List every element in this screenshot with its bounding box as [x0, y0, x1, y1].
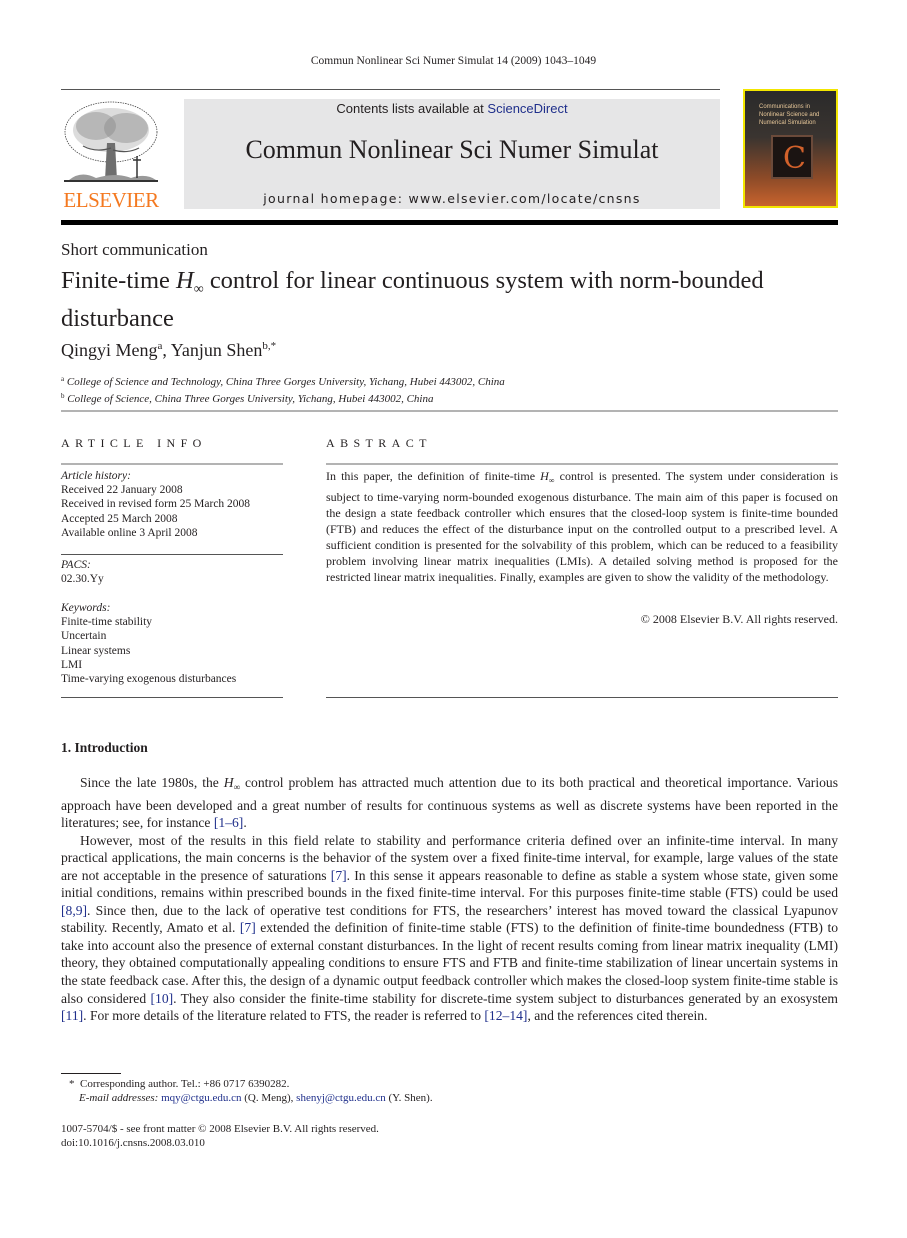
paragraph: However, most of the results in this fie… [61, 832, 838, 1025]
contents-availability: Contents lists available at ScienceDirec… [184, 101, 720, 116]
affiliation-item: a College of Science and Technology, Chi… [61, 372, 505, 389]
citation-link[interactable]: [12–14] [484, 1008, 527, 1023]
email-line: E-mail addresses: mqy@ctgu.edu.cn (Q. Me… [61, 1091, 433, 1105]
keywords-divider [61, 697, 283, 698]
affiliation-marker: a [61, 375, 65, 383]
footnote-marker: * [69, 1078, 75, 1090]
article-history: Article history: Received 22 January 200… [61, 469, 283, 540]
keyword-item: LMI [61, 658, 83, 671]
doi-link[interactable]: doi:10.1016/j.cnsns.2008.03.010 [61, 1136, 379, 1150]
sciencedirect-link[interactable]: ScienceDirect [487, 101, 567, 116]
keywords-label: Keywords: [61, 602, 111, 614]
title-prefix: Finite-time [61, 267, 176, 294]
text-run: , and the references cited therein. [527, 1008, 708, 1024]
author-affiliation-marker: b,* [262, 340, 277, 352]
text-run: . For more details of the literature rel… [83, 1008, 485, 1024]
history-item: Accepted 25 March 2008 [61, 512, 178, 525]
cover-artwork: C [771, 135, 813, 179]
email-link[interactable]: mqy@ctgu.edu.cn [161, 1092, 241, 1104]
pacs-block: PACS: 02.30.Yy [61, 558, 283, 586]
email-link[interactable]: shenyj@ctgu.edu.cn [296, 1092, 386, 1104]
journal-banner: Contents lists available at ScienceDirec… [184, 99, 720, 209]
citation-link[interactable]: [7] [331, 868, 347, 883]
introduction-body: Since the late 1980s, the H∞ control pro… [61, 774, 838, 1025]
keyword-item: Finite-time stability [61, 616, 153, 629]
citation-link[interactable]: [11] [61, 1008, 83, 1023]
text-run: . [243, 815, 247, 831]
abstract-text-part: In this paper, the definition of finite-… [326, 469, 541, 483]
keyword-item: Uncertain [61, 630, 107, 643]
article-type: Short communication [61, 240, 208, 259]
affiliation-text: College of Science and Technology, China… [66, 376, 505, 388]
footnote-rule [61, 1073, 121, 1074]
section-divider [61, 410, 838, 412]
citation-link[interactable]: [10] [151, 991, 174, 1006]
affiliation-marker: b [61, 392, 65, 400]
history-item: Received 22 January 2008 [61, 484, 183, 497]
journal-title: Commun Nonlinear Sci Numer Simulat [245, 135, 659, 164]
text-run: Since the late 1980s, the [80, 775, 224, 790]
abstract-text-part: control is presented. The system under c… [326, 469, 839, 584]
citation-link[interactable]: [1–6] [214, 815, 243, 830]
history-label: Article history: [61, 470, 131, 482]
h-infinity-symbol: H [176, 267, 194, 294]
pacs-label: PACS: [61, 559, 91, 571]
running-head: Commun Nonlinear Sci Numer Simulat 14 (2… [310, 55, 597, 67]
header-thick-rule [61, 220, 838, 225]
abstract-copyright: © 2008 Elsevier B.V. All rights reserved… [640, 612, 838, 626]
h-infinity-symbol: H [223, 775, 234, 790]
email-label: E-mail addresses: [79, 1092, 159, 1104]
author-list: Qingyi Menga, Yanjun Shenb,* [61, 340, 276, 361]
corresponding-text: Corresponding author. Tel.: +86 0717 639… [80, 1078, 290, 1090]
abstract-heading: ABSTRACT [326, 436, 432, 450]
article-title: Finite-time H∞ control for linear contin… [61, 266, 781, 333]
journal-cover-image[interactable]: Communications in Nonlinear Science and … [743, 89, 838, 208]
citation-link[interactable]: [7] [240, 920, 256, 935]
author-name[interactable]: Yanjun Shen [171, 340, 263, 360]
pacs-divider [61, 554, 283, 555]
issn-block: 1007-5704/$ - see front matter © 2008 El… [61, 1122, 379, 1150]
article-info-divider [61, 463, 283, 465]
paragraph: Since the late 1980s, the H∞ control pro… [61, 774, 838, 832]
abstract-bottom-divider [326, 697, 838, 698]
issn-line: 1007-5704/$ - see front matter © 2008 El… [61, 1123, 379, 1135]
introduction-heading: 1. Introduction [61, 740, 148, 755]
affiliations: a College of Science and Technology, Chi… [61, 372, 505, 406]
history-item: Received in revised form 25 March 2008 [61, 498, 251, 511]
elsevier-logo[interactable]: ELSEVIER [61, 98, 161, 212]
email-owner: (Y. Shen). [385, 1092, 433, 1104]
contents-prefix: Contents lists available at [336, 101, 488, 116]
text-run: . They also consider the finite-time sta… [173, 990, 839, 1006]
affiliation-text: College of Science, China Three Gorges U… [67, 393, 434, 405]
abstract-divider [326, 463, 838, 465]
header-top-rule [61, 89, 720, 90]
footnote: * Corresponding author. Tel.: +86 0717 6… [61, 1077, 433, 1105]
citation-link[interactable]: [8,9] [61, 903, 87, 918]
infinity-subscript: ∞ [193, 282, 204, 297]
keyword-item: Linear systems [61, 644, 131, 657]
author-separator: , [162, 340, 171, 360]
history-item: Available online 3 April 2008 [61, 526, 198, 539]
keyword-item: Time-varying exogenous disturbances [61, 673, 237, 686]
author-name[interactable]: Qingyi Meng [61, 340, 158, 360]
article-info-heading: ARTICLE INFO [61, 436, 207, 450]
email-owner: (Q. Meng), [241, 1092, 297, 1104]
keywords-block: Keywords: Finite-time stability Uncertai… [61, 601, 283, 686]
elsevier-wordmark: ELSEVIER [63, 188, 159, 212]
corresponding-author-note: * Corresponding author. Tel.: +86 0717 6… [61, 1077, 433, 1091]
abstract-text: In this paper, the definition of finite-… [326, 468, 838, 585]
cover-title: Communications in Nonlinear Science and … [759, 104, 820, 126]
journal-homepage-link[interactable]: journal homepage: www.elsevier.com/locat… [184, 191, 720, 206]
affiliation-item: b College of Science, China Three Gorges… [61, 389, 505, 406]
h-infinity-symbol: H [540, 469, 549, 483]
pacs-value: 02.30.Yy [61, 573, 104, 586]
